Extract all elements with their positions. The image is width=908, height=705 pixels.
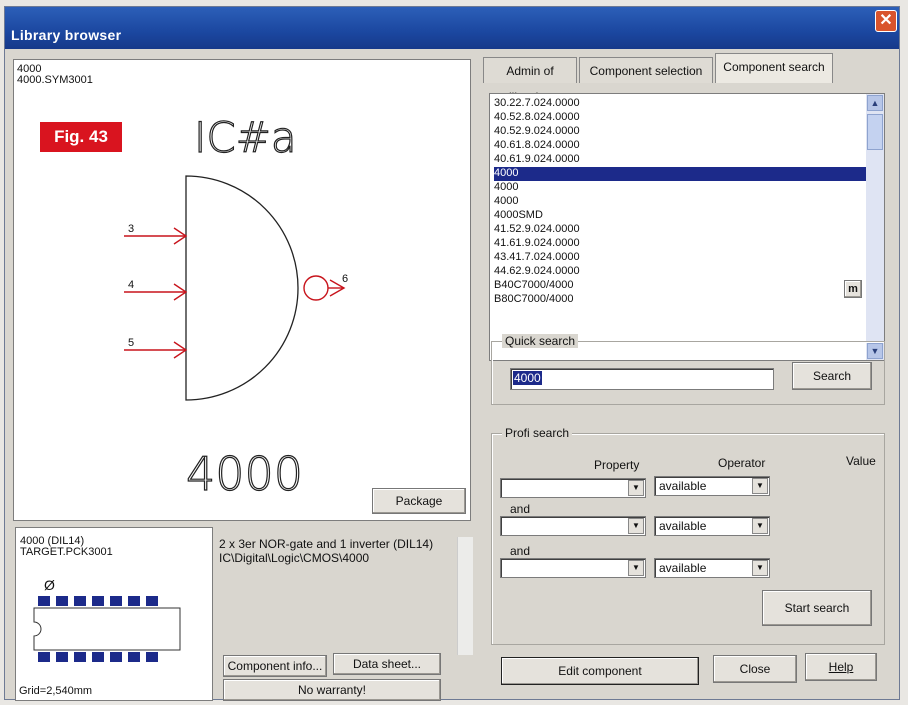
gate-label-top: IC#a [194,113,297,162]
list-item[interactable]: 40.52.8.024.0000 [494,111,866,125]
close-button[interactable]: Close [713,655,797,683]
operator-value-1: available [659,479,707,493]
and-label-2: and [510,544,531,558]
m-button[interactable]: m [844,280,862,298]
info-scrollbar[interactable] [457,537,473,655]
list-item[interactable]: 4000 [494,195,866,209]
results-scrollbar[interactable]: ▲ ▼ [866,94,884,360]
component-info-button[interactable]: Component info... [223,655,327,677]
property-select-3[interactable]: ▼ [500,558,646,578]
chevron-down-icon[interactable]: ▼ [752,560,768,576]
description-line1: 2 x 3er NOR-gate and 1 inverter (DIL14) [219,537,434,551]
scroll-thumb[interactable] [867,114,883,150]
gate-label-bottom: 4000 [186,447,303,501]
pin-4-label: 4 [128,279,134,291]
list-item[interactable]: B80C7000/4000 [494,293,866,307]
property-column-header: Property [594,458,640,472]
quick-search-input[interactable]: 4000 [510,368,774,390]
data-sheet-button[interactable]: Data sheet... [333,653,441,675]
chevron-down-icon[interactable]: ▼ [628,518,644,534]
list-item[interactable]: 43.41.7.024.0000 [494,251,866,265]
list-item[interactable]: 40.52.9.024.0000 [494,125,866,139]
property-select-2[interactable]: ▼ [500,516,646,536]
package-pads-top [38,596,158,606]
chevron-down-icon[interactable]: ▼ [752,518,768,534]
list-item-selected[interactable]: 4000 [494,167,866,181]
component-info-box: 2 x 3er NOR-gate and 1 inverter (DIL14) … [219,537,473,655]
pin-3-label: 3 [128,223,134,235]
property-select-1[interactable]: ▼ [500,478,646,498]
grid-readout: Grid=2,540mm [19,685,93,697]
list-item[interactable]: 4000 [494,181,866,195]
pin-6-label: 6 [342,273,348,285]
tab-component-search[interactable]: Component search [715,53,833,83]
list-item[interactable]: 4000SMD [494,209,866,223]
title-bar: Library browser ✕ [5,7,899,49]
tab-component-selection[interactable]: Component selection [579,57,713,83]
quick-search-group: Quick search 4000 Search [491,334,885,405]
chevron-down-icon[interactable]: ▼ [752,478,768,494]
profi-search-label: Profi search [502,426,573,440]
pin1-marker: Ø [44,577,55,593]
start-search-button[interactable]: Start search [762,590,872,626]
window-title: Library browser [11,27,122,43]
no-warranty-button[interactable]: No warranty! [223,679,441,701]
edit-component-button[interactable]: Edit component [501,657,699,685]
tab-admin-of-libraries[interactable]: Admin of libraries [483,57,577,104]
chevron-down-icon[interactable]: ▼ [628,480,644,496]
component-description: 2 x 3er NOR-gate and 1 inverter (DIL14) … [219,537,455,565]
profi-search-group: Profi search Property Operator Value ▼ a… [491,426,885,645]
and-label-1: and [510,502,531,516]
figure-badge: Fig. 43 [40,122,122,152]
search-button[interactable]: Search [792,362,872,390]
close-icon[interactable]: ✕ [875,10,897,32]
quick-search-value: 4000 [513,371,542,385]
operator-column-header: Operator [718,456,766,470]
package-outline [33,607,181,651]
operator-select-3[interactable]: available ▼ [654,558,770,578]
package-button[interactable]: Package [372,488,466,514]
list-item[interactable]: 30.22.7.024.0000 [494,97,866,111]
list-item[interactable]: 40.61.8.024.0000 [494,139,866,153]
value-column-header: Value [846,454,876,468]
package-pads-bottom [38,652,158,662]
operator-value-2: available [659,519,707,533]
scroll-up-icon[interactable]: ▲ [867,95,883,111]
list-item[interactable]: 40.61.9.024.0000 [494,153,866,167]
operator-value-3: available [659,561,707,575]
list-item[interactable]: B40C7000/4000 [494,279,866,293]
nor-gate-body [185,175,299,401]
package-preview-panel: 4000 (DIL14) TARGET.PCK3001 Ø Grid=2,540… [15,527,213,701]
description-path: IC\Digital\Logic\CMOS\4000 [219,551,370,565]
operator-select-1[interactable]: available ▼ [654,476,770,496]
results-list[interactable]: 30.22.7.024.0000 40.52.8.024.0000 40.52.… [489,93,885,361]
chevron-down-icon[interactable]: ▼ [628,560,644,576]
symbol-preview-panel: 4000 4000.SYM3001 IC#a 3 4 5 6 4000 Fig.… [13,59,471,521]
library-browser-window: Library browser ✕ 4000 4000.SYM3001 IC#a… [4,6,900,701]
operator-select-2[interactable]: available ▼ [654,516,770,536]
pin-5-label: 5 [128,337,134,349]
list-item[interactable]: 41.61.9.024.0000 [494,237,866,251]
help-button[interactable]: Help [805,653,877,681]
search-area: Admin of libraries Component selection C… [481,49,891,697]
list-item[interactable]: 44.62.9.024.0000 [494,265,866,279]
list-item[interactable]: 41.52.9.024.0000 [494,223,866,237]
dil14-package-drawing: Ø [33,577,181,662]
quick-search-label: Quick search [502,334,579,348]
